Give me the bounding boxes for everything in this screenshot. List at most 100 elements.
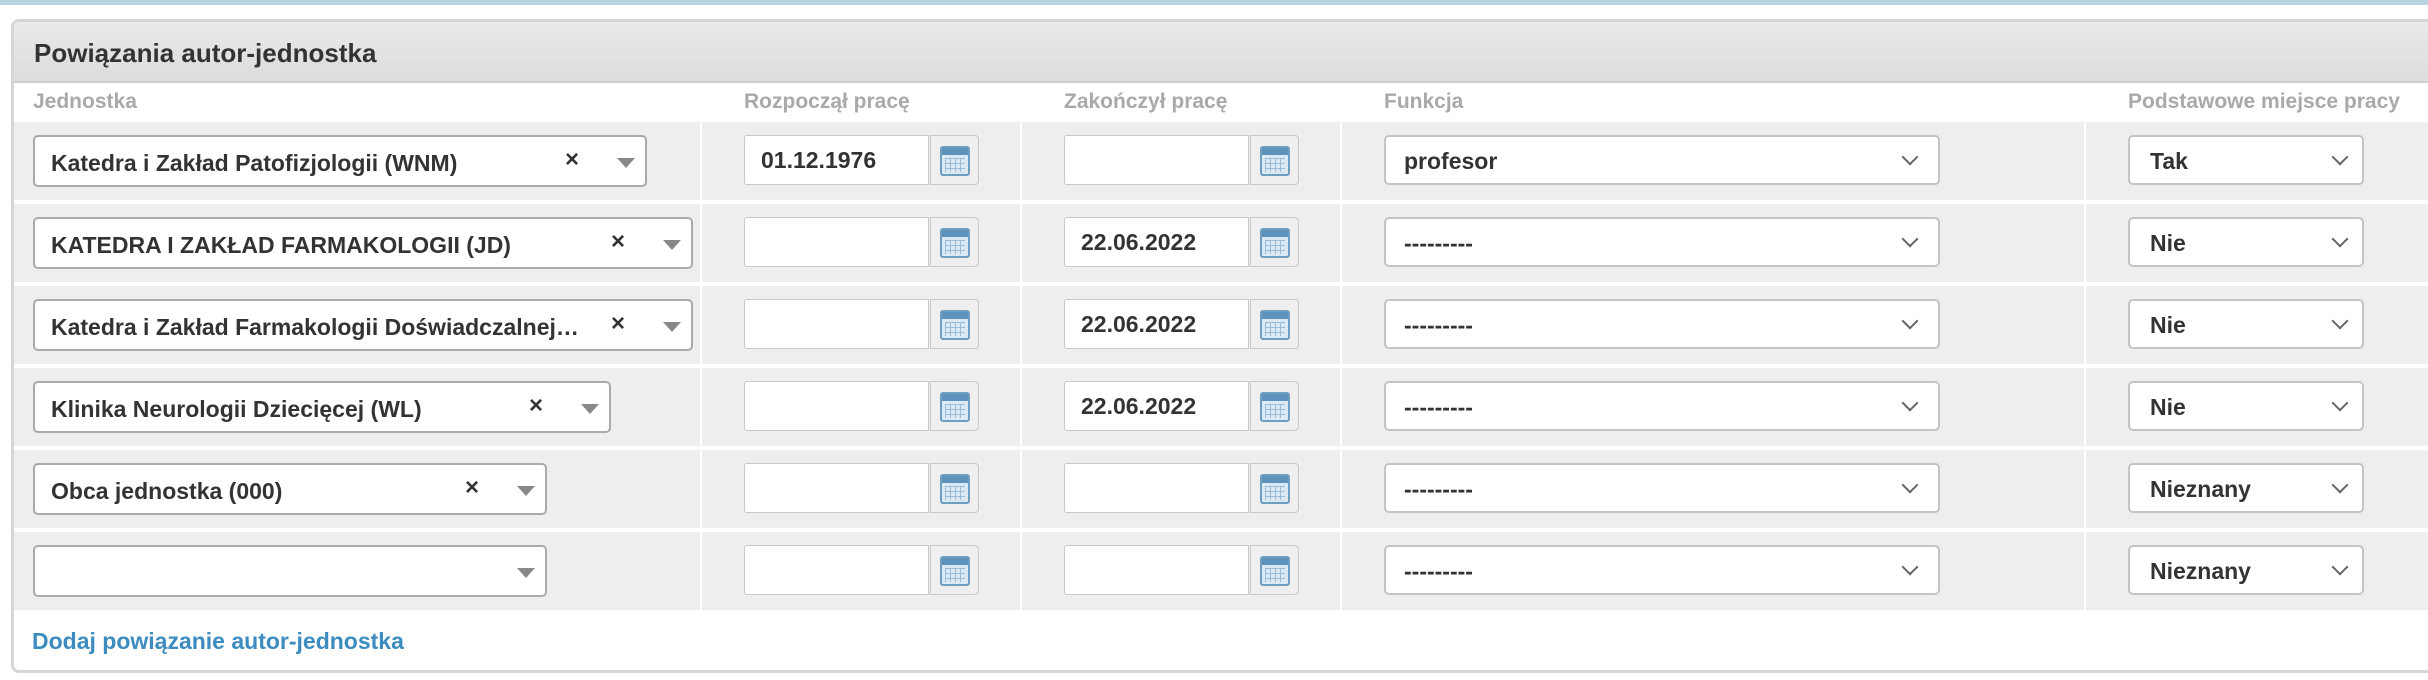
chevron-down-icon	[2331, 476, 2349, 494]
cell-divider	[1020, 286, 1022, 364]
unit-select[interactable]: Klinika Neurologii Dziecięcej (WL) ×	[33, 381, 611, 433]
unit-select-value: Katedra i Zakład Farmakologii Doświadcza…	[51, 314, 579, 340]
cell-divider	[700, 450, 702, 528]
triangle-down-icon	[517, 568, 535, 578]
unit-select[interactable]: Obca jednostka (000) ×	[33, 463, 547, 515]
cell-divider	[1020, 368, 1022, 446]
function-select-value: profesor	[1404, 148, 1498, 174]
function-select[interactable]: ---------	[1384, 217, 1940, 267]
cell-divider	[2084, 368, 2086, 446]
clear-icon[interactable]: ×	[529, 392, 543, 420]
end-date-input[interactable]	[1064, 463, 1249, 513]
add-relation-link[interactable]: Dodaj powiązanie autor-jednostka	[32, 628, 404, 655]
start-date-input[interactable]	[744, 545, 929, 595]
function-select[interactable]: ---------	[1384, 299, 1940, 349]
start-calendar-button[interactable]	[930, 381, 979, 431]
end-date-input[interactable]	[1064, 135, 1249, 185]
unit-select[interactable]	[33, 545, 547, 597]
primary-workplace-value: Nieznany	[2150, 558, 2251, 584]
cell-divider	[2084, 450, 2086, 528]
function-select-value: ---------	[1404, 394, 1473, 420]
calendar-icon	[1260, 556, 1290, 586]
cell-divider	[1340, 204, 1342, 282]
function-select[interactable]: ---------	[1384, 545, 1940, 595]
cell-divider	[1340, 122, 1342, 200]
clear-icon[interactable]: ×	[611, 228, 625, 256]
end-calendar-button[interactable]	[1250, 381, 1299, 431]
unit-select-value: KATEDRA I ZAKŁAD FARMAKOLOGII (JD)	[51, 232, 511, 258]
primary-workplace-select[interactable]: Nieznany	[2128, 545, 2364, 595]
module-title: Powiązania autor-jednostka	[34, 38, 377, 68]
chevron-down-icon	[1901, 394, 1919, 412]
calendar-icon	[1260, 310, 1290, 340]
end-calendar-button[interactable]	[1250, 545, 1299, 595]
clear-icon[interactable]: ×	[565, 146, 579, 174]
unit-select-value: Obca jednostka (000)	[51, 478, 283, 504]
column-header-start: Rozpoczął pracę	[744, 90, 910, 113]
calendar-icon	[940, 228, 970, 258]
start-calendar-button[interactable]	[930, 217, 979, 267]
primary-workplace-select[interactable]: Tak	[2128, 135, 2364, 185]
cell-divider	[2084, 286, 2086, 364]
end-date-input[interactable]: 22.06.2022	[1064, 217, 1249, 267]
unit-select-value: Katedra i Zakład Patofizjologii (WNM)	[51, 150, 458, 176]
end-calendar-button[interactable]	[1250, 217, 1299, 267]
triangle-down-icon	[517, 486, 535, 496]
start-date-input[interactable]	[744, 381, 929, 431]
start-date-input[interactable]: 01.12.1976	[744, 135, 929, 185]
start-calendar-button[interactable]	[930, 299, 979, 349]
function-select-value: ---------	[1404, 312, 1473, 338]
cell-divider	[1340, 450, 1342, 528]
unit-select[interactable]: Katedra i Zakład Farmakologii Doświadcza…	[33, 299, 693, 351]
start-calendar-button[interactable]	[930, 545, 979, 595]
function-select[interactable]: profesor	[1384, 135, 1940, 185]
triangle-down-icon	[663, 240, 681, 250]
end-calendar-button[interactable]	[1250, 463, 1299, 513]
primary-workplace-value: Nieznany	[2150, 476, 2251, 502]
calendar-icon	[940, 310, 970, 340]
chevron-down-icon	[2331, 394, 2349, 412]
calendar-icon	[940, 392, 970, 422]
start-calendar-button[interactable]	[930, 463, 979, 513]
primary-workplace-value: Nie	[2150, 394, 2186, 420]
function-select[interactable]: ---------	[1384, 381, 1940, 431]
calendar-icon	[1260, 146, 1290, 176]
top-strip	[0, 0, 2428, 5]
end-calendar-button[interactable]	[1250, 299, 1299, 349]
end-date-input[interactable]: 22.06.2022	[1064, 299, 1249, 349]
cell-divider	[700, 532, 702, 610]
end-date-input[interactable]	[1064, 545, 1249, 595]
calendar-icon	[1260, 228, 1290, 258]
chevron-down-icon	[2331, 148, 2349, 166]
primary-workplace-select[interactable]: Nie	[2128, 299, 2364, 349]
primary-workplace-select[interactable]: Nie	[2128, 217, 2364, 267]
triangle-down-icon	[581, 404, 599, 414]
cell-divider	[2084, 204, 2086, 282]
chevron-down-icon	[1901, 312, 1919, 330]
function-select-value: ---------	[1404, 476, 1473, 502]
start-calendar-button[interactable]	[930, 135, 979, 185]
start-date-input[interactable]	[744, 463, 929, 513]
cell-divider	[1020, 450, 1022, 528]
function-select-value: ---------	[1404, 558, 1473, 584]
function-select[interactable]: ---------	[1384, 463, 1940, 513]
clear-icon[interactable]: ×	[465, 474, 479, 502]
column-header-unit: Jednostka	[33, 90, 137, 113]
primary-workplace-select[interactable]: Nie	[2128, 381, 2364, 431]
start-date-input[interactable]	[744, 299, 929, 349]
unit-select[interactable]: KATEDRA I ZAKŁAD FARMAKOLOGII (JD) ×	[33, 217, 693, 269]
cell-divider	[700, 286, 702, 364]
primary-workplace-value: Nie	[2150, 312, 2186, 338]
chevron-down-icon	[2331, 558, 2349, 576]
unit-select[interactable]: Katedra i Zakład Patofizjologii (WNM) ×	[33, 135, 647, 187]
chevron-down-icon	[1901, 230, 1919, 248]
cell-divider	[2084, 122, 2086, 200]
primary-workplace-select[interactable]: Nieznany	[2128, 463, 2364, 513]
chevron-down-icon	[1901, 148, 1919, 166]
end-calendar-button[interactable]	[1250, 135, 1299, 185]
start-date-input[interactable]	[744, 217, 929, 267]
cell-divider	[700, 122, 702, 200]
clear-icon[interactable]: ×	[611, 310, 625, 338]
calendar-icon	[940, 474, 970, 504]
end-date-input[interactable]: 22.06.2022	[1064, 381, 1249, 431]
